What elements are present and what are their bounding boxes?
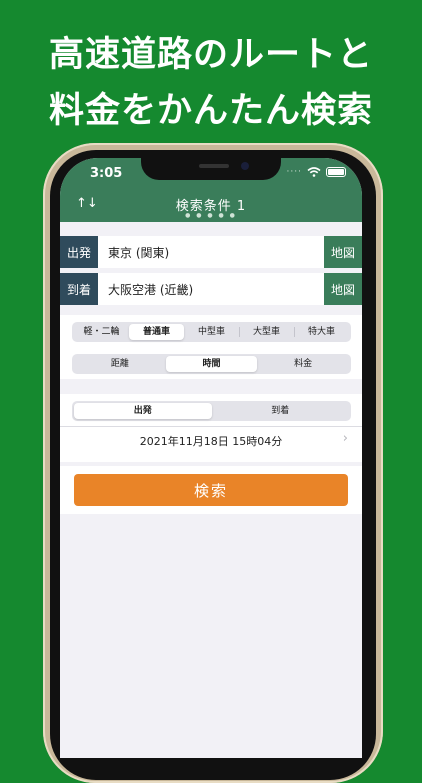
destination-map-button[interactable]: 地図	[324, 273, 362, 305]
page-indicator: ● ● ● ● ●	[185, 212, 237, 219]
vehicle-option-large[interactable]: 大型車	[239, 324, 294, 340]
timing-option-arrive[interactable]: 到着	[212, 403, 350, 419]
wifi-icon	[307, 167, 321, 177]
destination-value[interactable]: 大阪空港 (近畿)	[98, 273, 324, 305]
sort-segment: 距離 時間 料金	[72, 354, 351, 374]
origin-row[interactable]: 出発 東京 (関東) 地図	[60, 236, 362, 268]
datetime-value[interactable]: 2021年11月18日 15時04分	[60, 433, 362, 449]
app-screen: 3:05 ···· ↑↓ 検索条件 1 ● ● ● ● ● 出発 東京 (関東)…	[60, 158, 362, 758]
vehicle-segment: 軽・二輪 普通車 中型車 大型車 特大車	[72, 322, 351, 342]
speaker	[199, 164, 229, 168]
origin-value[interactable]: 東京 (関東)	[98, 236, 324, 268]
timing-segment: 出発 到着	[72, 401, 351, 421]
vehicle-option-extra-large[interactable]: 特大車	[294, 324, 349, 340]
divider	[60, 426, 362, 427]
status-time: 3:05	[90, 166, 123, 181]
chevron-right-icon: ›	[342, 431, 348, 446]
destination-label: 到着	[60, 273, 98, 305]
timing-option-depart[interactable]: 出発	[74, 403, 212, 419]
promo-headline-2: 料金をかんたん検索	[48, 91, 373, 131]
vehicle-option-medium[interactable]: 中型車	[184, 324, 239, 340]
battery-icon	[326, 167, 346, 177]
vehicle-option-kei[interactable]: 軽・二輪	[74, 324, 129, 340]
status-icons: ····	[287, 167, 346, 177]
search-button[interactable]: 検索	[74, 474, 348, 506]
origin-map-button[interactable]: 地図	[324, 236, 362, 268]
sort-option-fee[interactable]: 料金	[257, 356, 349, 372]
vehicle-option-standard[interactable]: 普通車	[129, 324, 184, 340]
destination-row[interactable]: 到着 大阪空港 (近畿) 地図	[60, 273, 362, 305]
origin-label: 出発	[60, 236, 98, 268]
promo-headline-1: 高速道路のルートと	[48, 35, 373, 75]
camera	[241, 162, 249, 170]
sort-option-time[interactable]: 時間	[165, 356, 258, 372]
sort-option-distance[interactable]: 距離	[74, 356, 166, 372]
signal-dots: ····	[286, 167, 302, 177]
notch	[141, 158, 281, 180]
